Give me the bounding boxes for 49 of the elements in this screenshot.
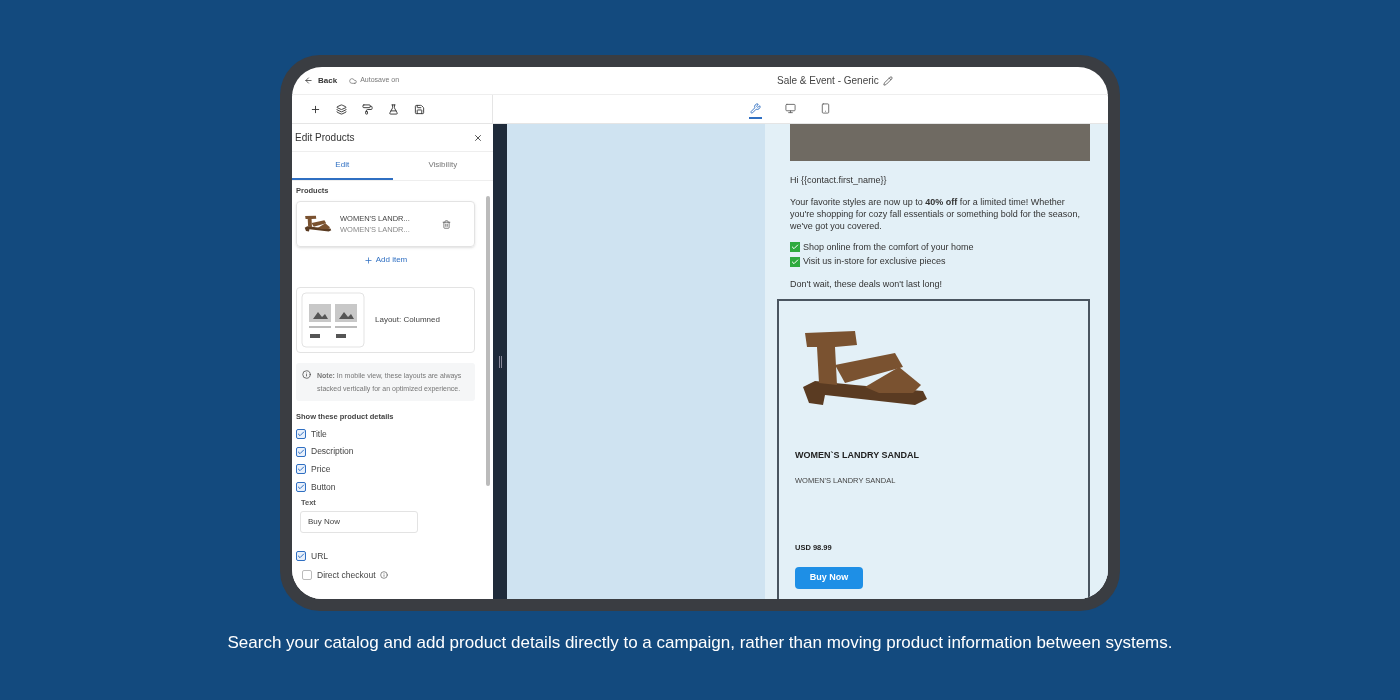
close-icon[interactable]	[473, 132, 483, 143]
desktop-icon	[785, 102, 796, 114]
panel-tab[interactable]: Visibility	[392, 152, 493, 180]
info-icon	[379, 570, 388, 579]
add-icon[interactable]	[310, 103, 321, 115]
edit-icon[interactable]	[882, 75, 893, 86]
flask-icon[interactable]	[388, 103, 399, 115]
checkbox-label: Description	[311, 445, 354, 458]
checkbox-label: URL	[311, 549, 328, 563]
button-text-input[interactable]: Buy Now	[300, 510, 418, 533]
tools-icon	[750, 102, 761, 114]
greeting-text: Hi {{contact.first_name}}	[790, 174, 888, 187]
checkbox-label: Button	[311, 480, 336, 494]
info-icon	[302, 370, 311, 380]
document-title: Sale & Event - Generic	[777, 74, 879, 88]
bullet-text: Visit us in-store for exclusive pieces	[803, 255, 946, 268]
checkbox-label: Title	[311, 427, 327, 441]
checkbox[interactable]	[296, 464, 306, 475]
panel-title: Edit Products	[295, 131, 355, 145]
bullet-text: Shop online from the comfort of your home	[803, 240, 974, 254]
panel-tab[interactable]: Edit	[292, 152, 393, 180]
add-item-link[interactable]: Add item	[363, 254, 408, 267]
mobile-icon	[820, 102, 831, 114]
layout-card[interactable]: Layout: Columned	[296, 287, 475, 354]
body-text: Your favorite styles are now up to 40% off for a limited time! Whether you're shopping for cozy fall essentials or something bold for the season, we've got you covered.	[790, 195, 1081, 232]
closing-text: Don't wait, these deals won't last long!	[790, 277, 944, 291]
back-arrow-icon	[304, 76, 313, 85]
paint-roller-icon[interactable]	[362, 103, 373, 115]
caption-text: Search your catalog and add product details directly to a campaign, rather than moving product information between systems.	[227, 632, 1173, 654]
checkbox[interactable]	[296, 428, 306, 439]
plus-icon	[363, 255, 373, 265]
delete-icon[interactable]	[442, 219, 451, 229]
checkbox-label: Price	[311, 463, 331, 476]
check-mark-icon	[790, 242, 800, 253]
checkbox[interactable]	[296, 482, 306, 493]
product-name: WOMEN`S LANDRY SANDAL	[795, 449, 920, 462]
cloud-icon	[349, 76, 358, 85]
layers-icon[interactable]	[336, 103, 347, 115]
check-icon	[297, 552, 305, 561]
columns-layout-icon	[301, 292, 365, 349]
resize-handle[interactable]	[493, 124, 507, 599]
checkbox-label: Direct checkout	[317, 568, 376, 582]
checkbox[interactable]	[302, 569, 312, 580]
checkbox[interactable]	[296, 551, 306, 562]
save-icon[interactable]	[414, 103, 425, 115]
back-button[interactable]: Back	[304, 74, 338, 87]
layout-label: Layout: Columned	[375, 314, 440, 327]
checkbox[interactable]	[296, 446, 306, 457]
check-mark-icon	[790, 256, 800, 267]
